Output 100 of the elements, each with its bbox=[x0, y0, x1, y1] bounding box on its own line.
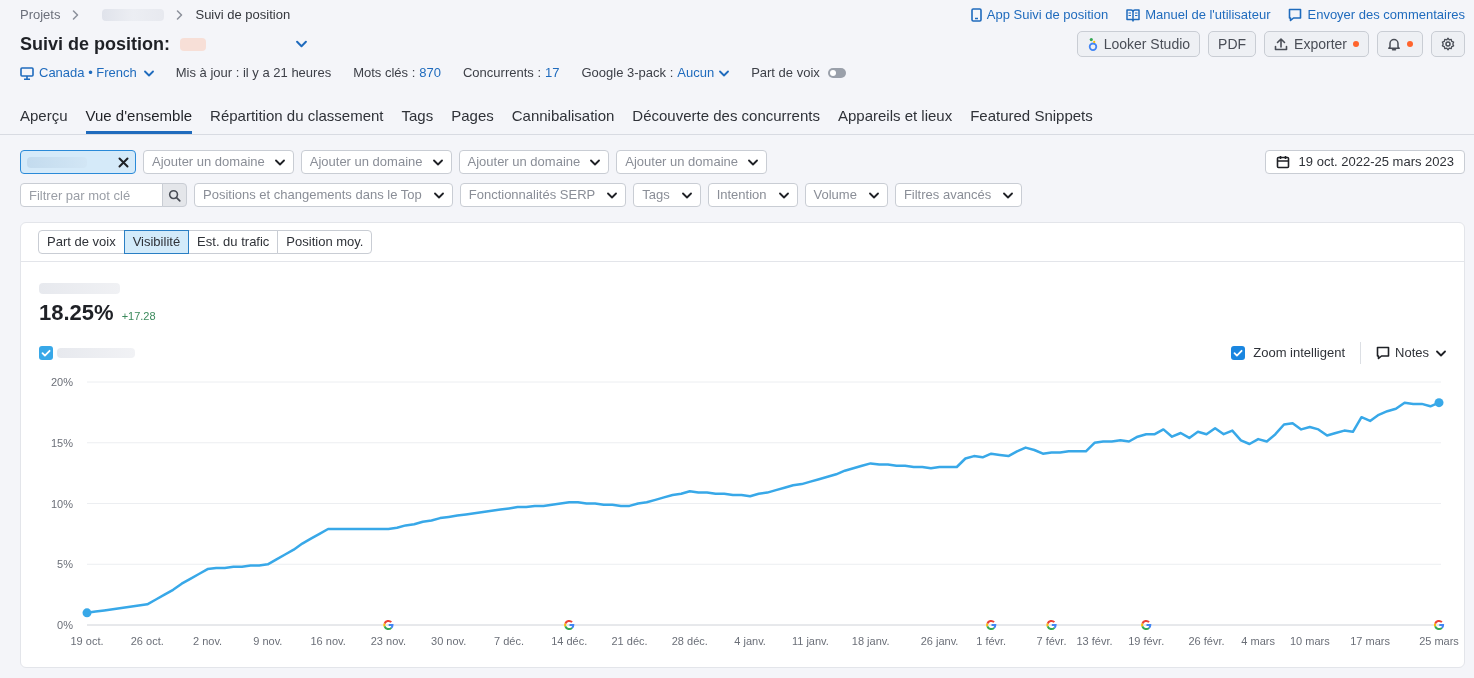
stat-label: Google 3-pack : bbox=[581, 64, 674, 83]
y-axis-label: 15% bbox=[50, 436, 73, 449]
stat-value-link[interactable]: 17 bbox=[545, 63, 560, 83]
x-axis-label: 11 janv. bbox=[791, 635, 829, 647]
x-axis-label: 28 déc. bbox=[671, 635, 708, 647]
filter-dropdown[interactable]: Intention bbox=[707, 183, 798, 207]
checkbox-label: Zoom intelligent bbox=[1253, 344, 1346, 363]
update-status: Mis à jour : il y a 21 heures bbox=[175, 64, 332, 83]
x-axis-label: 2 nov. bbox=[193, 635, 223, 647]
stat-label: Mots clés : bbox=[353, 64, 416, 83]
calendar-icon bbox=[1275, 155, 1290, 169]
notes-dropdown[interactable]: Notes bbox=[1376, 343, 1446, 363]
stat-dropdown[interactable]: Aucun bbox=[677, 63, 730, 83]
notifications-button[interactable] bbox=[1377, 31, 1423, 57]
toggle-switch[interactable] bbox=[827, 68, 846, 78]
tab[interactable]: Vue d'ensemble bbox=[85, 106, 193, 134]
x-axis-label: 23 nov. bbox=[370, 635, 407, 647]
tab[interactable]: Featured Snippets bbox=[970, 106, 1093, 134]
bell-icon bbox=[1387, 37, 1401, 51]
chevron-down-icon bbox=[778, 191, 789, 199]
chevron-down-icon bbox=[590, 158, 601, 166]
upload-icon bbox=[1274, 37, 1289, 51]
y-axis-label: 5% bbox=[57, 558, 73, 571]
x-axis-label: 16 nov. bbox=[310, 635, 346, 647]
x-axis-label: 4 mars bbox=[1241, 635, 1275, 647]
mobile-icon bbox=[970, 8, 982, 22]
tab[interactable]: Aperçu bbox=[20, 106, 68, 134]
settings-icon bbox=[1441, 37, 1455, 51]
pdf-button[interactable]: PDF bbox=[1208, 31, 1257, 57]
close-icon bbox=[117, 156, 129, 168]
metric-tab[interactable]: Part de voix bbox=[38, 230, 125, 254]
chevron-right-icon bbox=[176, 10, 184, 20]
g-marker-icon[interactable] bbox=[1433, 619, 1445, 631]
x-axis-label: 21 déc. bbox=[611, 635, 648, 647]
stat-label: Concurrents : bbox=[462, 64, 541, 83]
data-point bbox=[1434, 398, 1444, 408]
chevron-down-icon bbox=[681, 191, 692, 199]
chevron-down-icon bbox=[1003, 191, 1014, 199]
chevron-down-icon bbox=[719, 69, 730, 77]
metric-tab[interactable]: Est. du trafic bbox=[188, 230, 279, 254]
header-link[interactable]: Manuel de l'utilisateur bbox=[1126, 5, 1271, 25]
x-axis-label: 10 mars bbox=[1289, 635, 1330, 647]
x-axis-label: 14 déc. bbox=[551, 635, 588, 647]
chevron-down-icon bbox=[433, 191, 444, 199]
tab[interactable]: Tags bbox=[401, 106, 434, 134]
metric-tab[interactable]: Position moy. bbox=[277, 230, 373, 254]
export-button[interactable]: Exporter bbox=[1264, 31, 1369, 57]
metric-value: 18.25% bbox=[39, 300, 114, 326]
settings-button[interactable] bbox=[1431, 31, 1465, 57]
x-axis-label: 1 févr. bbox=[976, 635, 1007, 647]
x-axis-label: 26 janv. bbox=[920, 635, 959, 647]
header-link[interactable]: App Suivi de position bbox=[970, 5, 1109, 25]
x-axis-label: 25 mars bbox=[1419, 635, 1459, 647]
header-link[interactable]: Envoyer des commentaires bbox=[1288, 5, 1465, 25]
x-axis-label: 13 févr. bbox=[1076, 635, 1113, 647]
stat-value-link[interactable]: 870 bbox=[419, 63, 441, 83]
x-axis-label: 19 févr. bbox=[1128, 635, 1165, 647]
chevron-down-icon bbox=[607, 191, 618, 199]
chevron-down-icon bbox=[868, 191, 879, 199]
chevron-down-icon bbox=[143, 69, 154, 77]
date-range-button[interactable]: 19 oct. 2022-25 mars 2023 bbox=[1264, 150, 1465, 174]
x-axis-label: 7 déc. bbox=[494, 635, 524, 647]
chevron-down-icon bbox=[274, 158, 285, 166]
book-icon bbox=[1126, 8, 1141, 22]
x-axis-label: 4 janv. bbox=[734, 635, 766, 647]
breadcrumb-link[interactable]: Projets bbox=[20, 5, 61, 25]
x-axis-label: 7 févr. bbox=[1036, 635, 1067, 647]
location-dropdown[interactable]: Canada • French bbox=[20, 63, 154, 83]
tab[interactable]: Découverte des concurrents bbox=[632, 106, 820, 134]
breadcrumb-current: Suivi de position bbox=[195, 6, 291, 25]
chevron-down-icon[interactable] bbox=[296, 40, 307, 48]
comment-icon bbox=[1376, 346, 1391, 360]
comment-icon bbox=[1288, 8, 1303, 22]
x-axis-label: 9 nov. bbox=[253, 635, 283, 647]
metric-change: +17.28 bbox=[121, 309, 156, 324]
g-marker-icon[interactable] bbox=[1141, 619, 1152, 631]
checkbox[interactable] bbox=[1231, 346, 1246, 360]
ring-logo-icon bbox=[1086, 37, 1098, 51]
chevron-down-icon bbox=[1436, 349, 1446, 357]
keyword-filter-field[interactable]: Filtrer par mot clé bbox=[20, 183, 163, 207]
g-marker-icon[interactable] bbox=[564, 619, 575, 631]
tab[interactable]: Appareils et lieux bbox=[837, 106, 953, 134]
toggle-label: Part de voix bbox=[751, 64, 820, 83]
g-marker-icon[interactable] bbox=[986, 619, 997, 631]
x-axis-label: 26 oct. bbox=[130, 635, 164, 647]
search-icon bbox=[168, 188, 181, 202]
g-marker-icon[interactable] bbox=[383, 619, 394, 631]
tab[interactable]: Pages bbox=[451, 106, 494, 134]
monitor-icon bbox=[20, 66, 34, 80]
search-button[interactable] bbox=[162, 183, 187, 207]
y-axis-label: 0% bbox=[57, 619, 73, 631]
tab[interactable]: Cannibalisation bbox=[511, 106, 615, 134]
metric-tab[interactable]: Visibilité bbox=[123, 230, 190, 254]
tab[interactable]: Répartition du classement bbox=[210, 106, 384, 134]
x-axis-label: 26 févr. bbox=[1188, 635, 1225, 647]
looker-studio-button[interactable]: Looker Studio bbox=[1076, 31, 1201, 57]
g-marker-icon[interactable] bbox=[1046, 619, 1057, 631]
checkbox[interactable] bbox=[39, 346, 53, 360]
x-axis-label: 30 nov. bbox=[431, 635, 467, 647]
blurred-text bbox=[180, 37, 206, 51]
